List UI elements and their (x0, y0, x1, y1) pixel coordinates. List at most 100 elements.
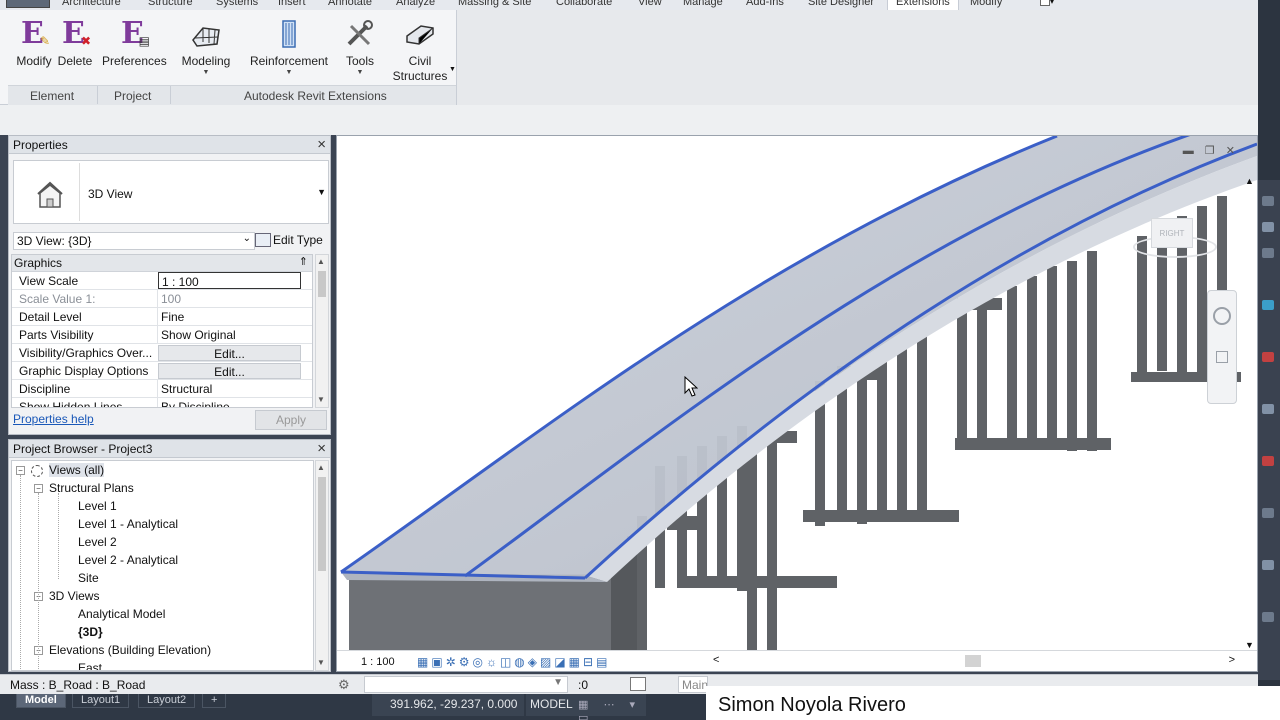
tree-node-site[interactable]: Site (78, 571, 99, 589)
navigation-bar[interactable] (1207, 290, 1237, 404)
view-window-controls[interactable]: ▬ ❐ ✕ (1183, 144, 1239, 157)
collapse-icon[interactable]: ⇑ (299, 255, 308, 268)
tree-node-level-2-analytical[interactable]: Level 2 - Analytical (78, 553, 178, 571)
modeling-button[interactable]: Modeling ▼ (178, 18, 234, 76)
tab-structure[interactable]: Structure (148, 0, 193, 8)
discipline-value[interactable]: Structural (157, 380, 312, 397)
tab-systems[interactable]: Systems (216, 0, 258, 8)
ribbon-options-icon[interactable]: ▾ (1040, 0, 1062, 8)
tab-add-ins[interactable]: Add-Ins (746, 0, 784, 8)
tree-node-structural-plans[interactable]: − Structural Plans (34, 481, 134, 499)
tree-node-level-1[interactable]: Level 1 (78, 499, 117, 517)
scroll-down-icon[interactable]: ▼ (1245, 640, 1254, 650)
reinforcement-button[interactable]: Reinforcement ▼ (248, 18, 330, 76)
side-tool-icon[interactable] (1262, 300, 1274, 310)
properties-help-link[interactable]: Properties help (13, 412, 94, 426)
tree-node-3d-views[interactable]: −3D Views (34, 589, 99, 607)
view-scale-label[interactable]: 1 : 100 (361, 656, 395, 668)
instance-selector[interactable]: 3D View: {3D} ⌄ (13, 232, 255, 250)
steering-wheel-icon[interactable] (1213, 307, 1231, 325)
type-selector[interactable]: 3D View ▼ (13, 160, 329, 224)
hidden-lines-value[interactable]: By Discipline (157, 398, 312, 407)
layout-tab-model[interactable]: Model (16, 694, 66, 708)
close-icon[interactable]: × (317, 136, 326, 153)
preferences-button[interactable]: E ▤ Preferences (102, 16, 167, 69)
scroll-left-icon[interactable]: < (713, 654, 719, 666)
tab-collaborate[interactable]: Collaborate (556, 0, 612, 8)
side-tool-icon[interactable] (1262, 352, 1274, 362)
tab-site-designer[interactable]: Site Designer (808, 0, 874, 8)
horizontal-scroll-thumb[interactable] (965, 655, 981, 667)
tab-view[interactable]: View (638, 0, 662, 8)
tab-architecture[interactable]: Architecture (62, 0, 121, 8)
side-tool-icon[interactable] (1262, 404, 1274, 414)
side-tool-icon[interactable] (1262, 196, 1274, 206)
zoom-icon[interactable] (1216, 351, 1228, 363)
collapse-icon[interactable]: − (34, 484, 43, 494)
graphic-display-edit-button[interactable]: Edit... (158, 363, 301, 379)
scroll-right-icon[interactable]: > (1229, 654, 1235, 666)
editing-requests-icon[interactable] (630, 677, 646, 691)
tab-modify[interactable]: Modify (970, 0, 1002, 8)
close-icon[interactable]: × (317, 440, 326, 457)
tree-node-3d-active[interactable]: {3D} (78, 625, 103, 643)
scroll-down-icon[interactable]: ▼ (317, 395, 325, 404)
scroll-up-icon[interactable]: ▲ (317, 257, 325, 266)
workset-selector[interactable]: ▼ (364, 676, 568, 693)
tree-node-views-all[interactable]: − Views (all) (16, 463, 105, 481)
side-tool-icon[interactable] (1262, 456, 1274, 466)
bridge-model-render[interactable] (337, 136, 1257, 650)
browser-scrollbar[interactable]: ▲ ▼ (315, 460, 329, 671)
layout-tab-layout2[interactable]: Layout2 (138, 694, 196, 708)
scroll-up-icon[interactable]: ▲ (1245, 176, 1254, 186)
viewport-vertical-scrollbar[interactable]: ▲ ▼ (1243, 176, 1257, 650)
view-scale-input[interactable]: 1 : 100 (158, 272, 301, 289)
side-tool-icon[interactable] (1262, 222, 1274, 232)
edit-type-button[interactable]: Edit Type (253, 232, 331, 250)
side-tool-icon[interactable] (1262, 612, 1274, 622)
tab-insert[interactable]: Insert (278, 0, 306, 8)
tab-manage[interactable]: Manage (683, 0, 723, 8)
detail-level-value[interactable]: Fine (157, 308, 312, 325)
property-row: Parts Visibility Show Original (12, 326, 312, 344)
collapse-icon[interactable]: − (16, 466, 25, 476)
modify-button[interactable]: E ✎ Modify (14, 18, 54, 69)
properties-palette: Properties × 3D View ▼ 3D View: {3D} ⌄ E… (8, 135, 331, 435)
tab-extensions[interactable]: Extensions (887, 0, 959, 10)
worksharing-icon[interactable]: ⚙ (338, 677, 354, 692)
chevron-down-icon[interactable]: ▼ (317, 187, 326, 197)
tools-button[interactable]: Tools ▼ (342, 18, 378, 76)
property-row: Visibility/Graphics Over... Edit... (12, 344, 312, 362)
parts-visibility-value[interactable]: Show Original (157, 326, 312, 343)
tab-analyze[interactable]: Analyze (396, 0, 435, 8)
preferences-icon: E ▤ (121, 16, 150, 51)
model-space-toggle[interactable]: MODEL ▦ ⋯ ▾ ▭ (526, 694, 646, 720)
grid-snap-icons[interactable]: ▦ ⋯ ▾ ▭ (578, 698, 646, 720)
view-control-icons[interactable]: ▦▣✲⚙◎☼◫◍◈▨◪▦⊟▤ (417, 655, 610, 669)
tree-node-level-2[interactable]: Level 2 (78, 535, 117, 553)
delete-button[interactable]: E ✖ Delete (56, 18, 94, 69)
tree-node-level-1-analytical[interactable]: Level 1 - Analytical (78, 517, 178, 535)
side-tool-icon[interactable] (1262, 560, 1274, 570)
tree-node-elevations[interactable]: − Elevations (Building Elevation) (34, 643, 211, 661)
group-header-graphics[interactable]: Graphics ⇑ (12, 255, 312, 272)
add-layout-button[interactable]: + (202, 694, 227, 708)
tree-node-analytical-model[interactable]: Analytical Model (78, 607, 165, 625)
scroll-down-icon[interactable]: ▼ (317, 658, 325, 667)
application-menu-button[interactable] (6, 0, 50, 8)
side-tool-icon[interactable] (1262, 508, 1274, 518)
design-option-selector[interactable]: Main Model (678, 676, 708, 693)
tree-node-east[interactable]: East (78, 661, 102, 670)
tab-massing-site[interactable]: Massing & Site (458, 0, 531, 8)
apply-button[interactable]: Apply (255, 410, 327, 430)
layout-tab-layout1[interactable]: Layout1 (72, 694, 130, 708)
viewcube[interactable]: RIGHT (1129, 206, 1219, 266)
3d-viewport[interactable]: ▬ ❐ ✕ RIGHT ▲ ▼ 1 : 100 ▦▣✲⚙◎☼◫◍◈▨◪▦⊟▤ <… (336, 135, 1258, 672)
visibility-graphics-edit-button[interactable]: Edit... (158, 345, 301, 361)
scroll-up-icon[interactable]: ▲ (317, 463, 325, 472)
side-tool-icon[interactable] (1262, 248, 1274, 258)
tab-annotate[interactable]: Annotate (328, 0, 372, 8)
properties-scrollbar[interactable]: ▲ ▼ (315, 254, 329, 408)
civil-structures-button[interactable]: Civil Structures (392, 18, 448, 84)
viewcube-face[interactable]: RIGHT (1151, 218, 1193, 248)
